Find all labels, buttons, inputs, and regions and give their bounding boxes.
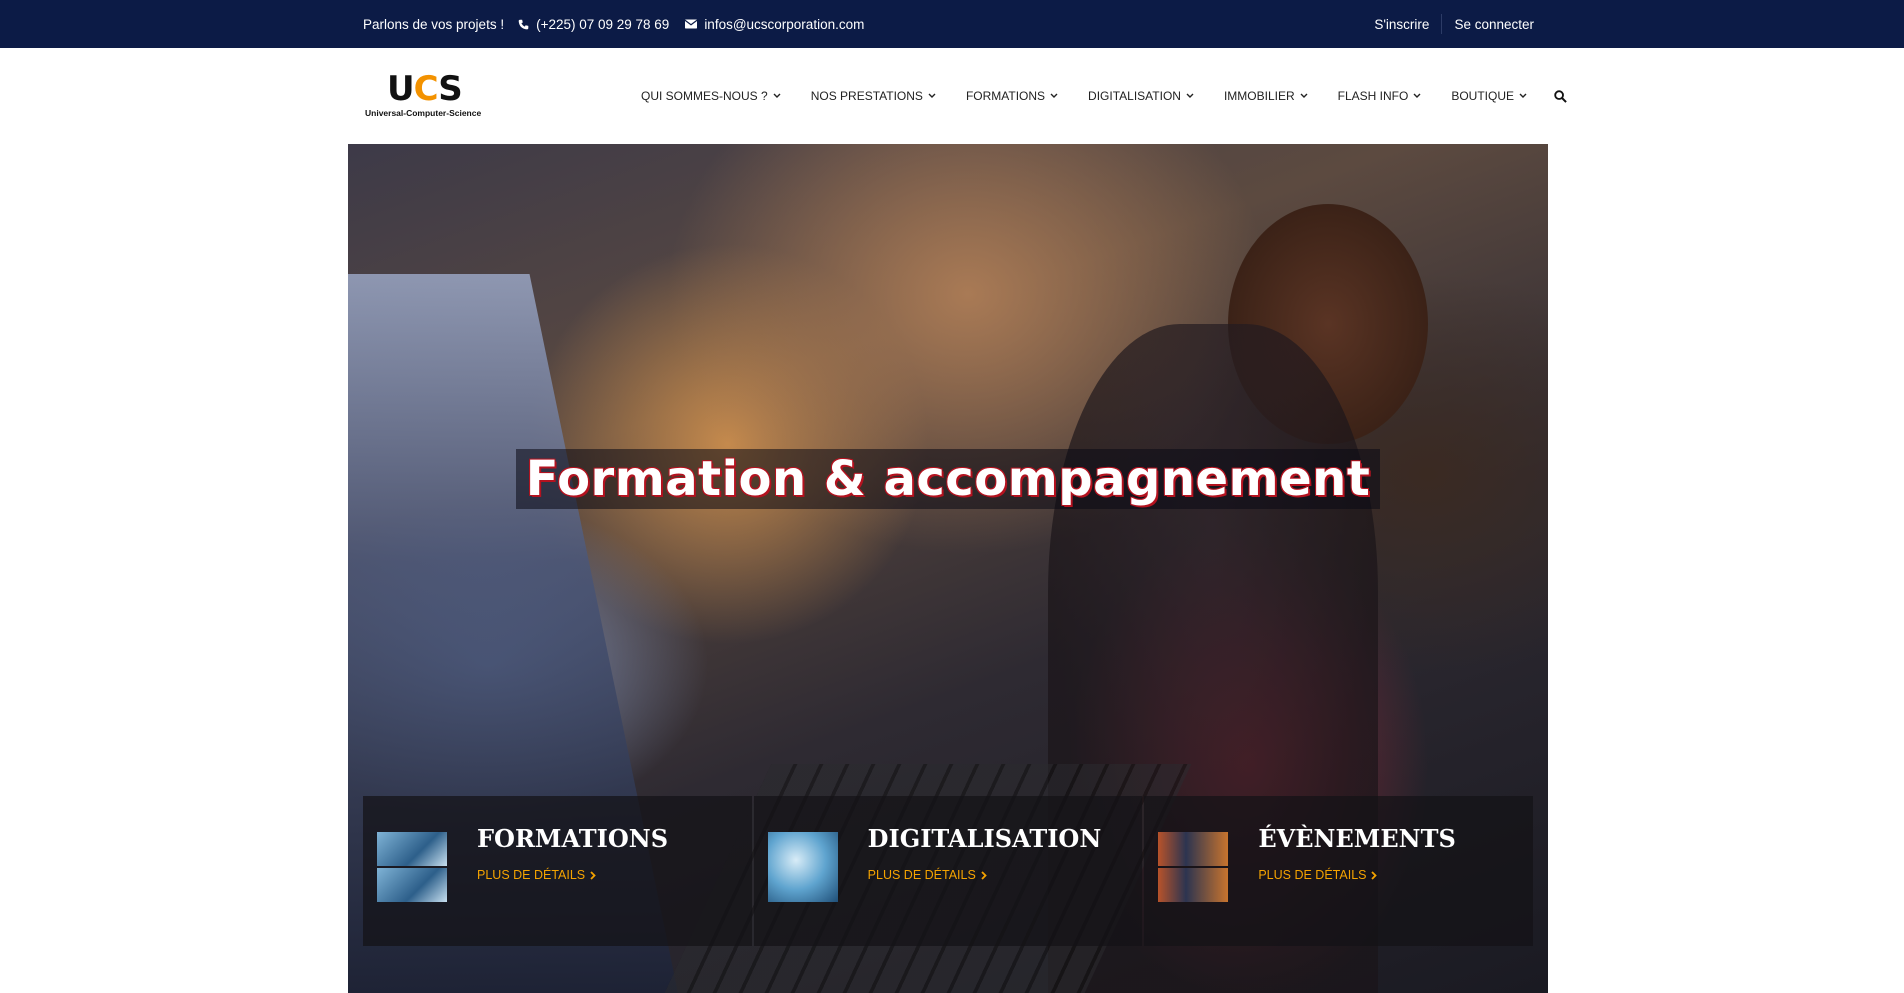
feature-card-formations: FORMATIONS PLUS DE DÉTAILS	[363, 796, 752, 946]
phone-number: (+225) 07 09 29 78 69	[536, 16, 670, 32]
card-details-link[interactable]: PLUS DE DÉTAILS	[868, 868, 987, 882]
nav-item-digitalisation[interactable]: DIGITALISATION	[1088, 89, 1194, 103]
email-address: infos@ucscorporation.com	[704, 16, 865, 32]
search-button[interactable]	[1549, 89, 1567, 103]
hero-banner: Formation & accompagnement FORMATIONS PL…	[348, 144, 1548, 993]
feature-cards: FORMATIONS PLUS DE DÉTAILS DIGITALISATIO…	[363, 796, 1534, 946]
envelope-icon	[685, 19, 698, 29]
nav-item-qui-sommes-nous[interactable]: QUI SOMMES-NOUS ?	[641, 89, 781, 103]
nav-item-immobilier[interactable]: IMMOBILIER	[1224, 89, 1308, 103]
site-logo[interactable]: UCS Universal-Computer-Science	[363, 72, 483, 118]
chevron-down-icon	[928, 93, 936, 98]
signup-link[interactable]: S'inscrire	[1362, 17, 1441, 32]
card-title: DIGITALISATION	[867, 824, 1102, 853]
chevron-down-icon	[773, 93, 781, 98]
chevron-down-icon	[1186, 93, 1194, 98]
chevron-down-icon	[1050, 93, 1058, 98]
account-links: S'inscrire Se connecter	[1362, 14, 1534, 34]
chevron-down-icon	[1519, 93, 1527, 98]
top-bar-inner: Parlons de vos projets ! (+225) 07 09 29…	[363, 0, 1534, 48]
main-nav: QUI SOMMES-NOUS ? NOS PRESTATIONS FORMAT…	[641, 48, 1597, 144]
logo-mark: UCS	[387, 69, 463, 109]
formations-thumbnail	[377, 832, 447, 902]
card-title: FORMATIONS	[477, 824, 669, 853]
hero-headline-text: Formation & accompagnement	[515, 449, 1381, 509]
nav-item-nos-prestations[interactable]: NOS PRESTATIONS	[811, 89, 936, 103]
chevron-right-icon	[590, 870, 596, 880]
card-details-link[interactable]: PLUS DE DÉTAILS	[477, 868, 596, 882]
tagline: Parlons de vos projets !	[363, 16, 505, 32]
search-icon	[1554, 89, 1567, 103]
chevron-down-icon	[1413, 93, 1421, 98]
login-link[interactable]: Se connecter	[1442, 17, 1534, 32]
feature-card-evenements: ÉVÈNEMENTS PLUS DE DÉTAILS	[1144, 796, 1534, 946]
card-title: ÉVÈNEMENTS	[1258, 824, 1456, 853]
main-header: UCS Universal-Computer-Science QUI SOMME…	[0, 48, 1904, 144]
chevron-down-icon	[1300, 93, 1308, 98]
chevron-right-icon	[1371, 870, 1378, 880]
feature-card-digitalisation: DIGITALISATION PLUS DE DÉTAILS	[753, 796, 1143, 946]
digitalisation-thumbnail	[767, 832, 838, 902]
phone-link[interactable]: (+225) 07 09 29 78 69	[518, 17, 669, 32]
phone-icon	[518, 19, 529, 29]
card-details-link[interactable]: PLUS DE DÉTAILS	[1258, 868, 1378, 882]
email-link[interactable]: infos@ucscorporation.com	[685, 17, 864, 32]
top-bar-contact: Parlons de vos projets ! (+225) 07 09 29…	[363, 17, 880, 32]
nav-item-formations[interactable]: FORMATIONS	[966, 89, 1058, 103]
top-bar: Parlons de vos projets ! (+225) 07 09 29…	[0, 0, 1904, 48]
evenements-thumbnail	[1158, 832, 1229, 902]
hero-headline: Formation & accompagnement	[348, 449, 1548, 509]
nav-item-boutique[interactable]: BOUTIQUE	[1451, 89, 1527, 103]
chevron-right-icon	[981, 870, 987, 880]
nav-item-flash-info[interactable]: FLASH INFO	[1338, 89, 1422, 103]
logo-subtitle: Universal-Computer-Science	[365, 108, 482, 118]
